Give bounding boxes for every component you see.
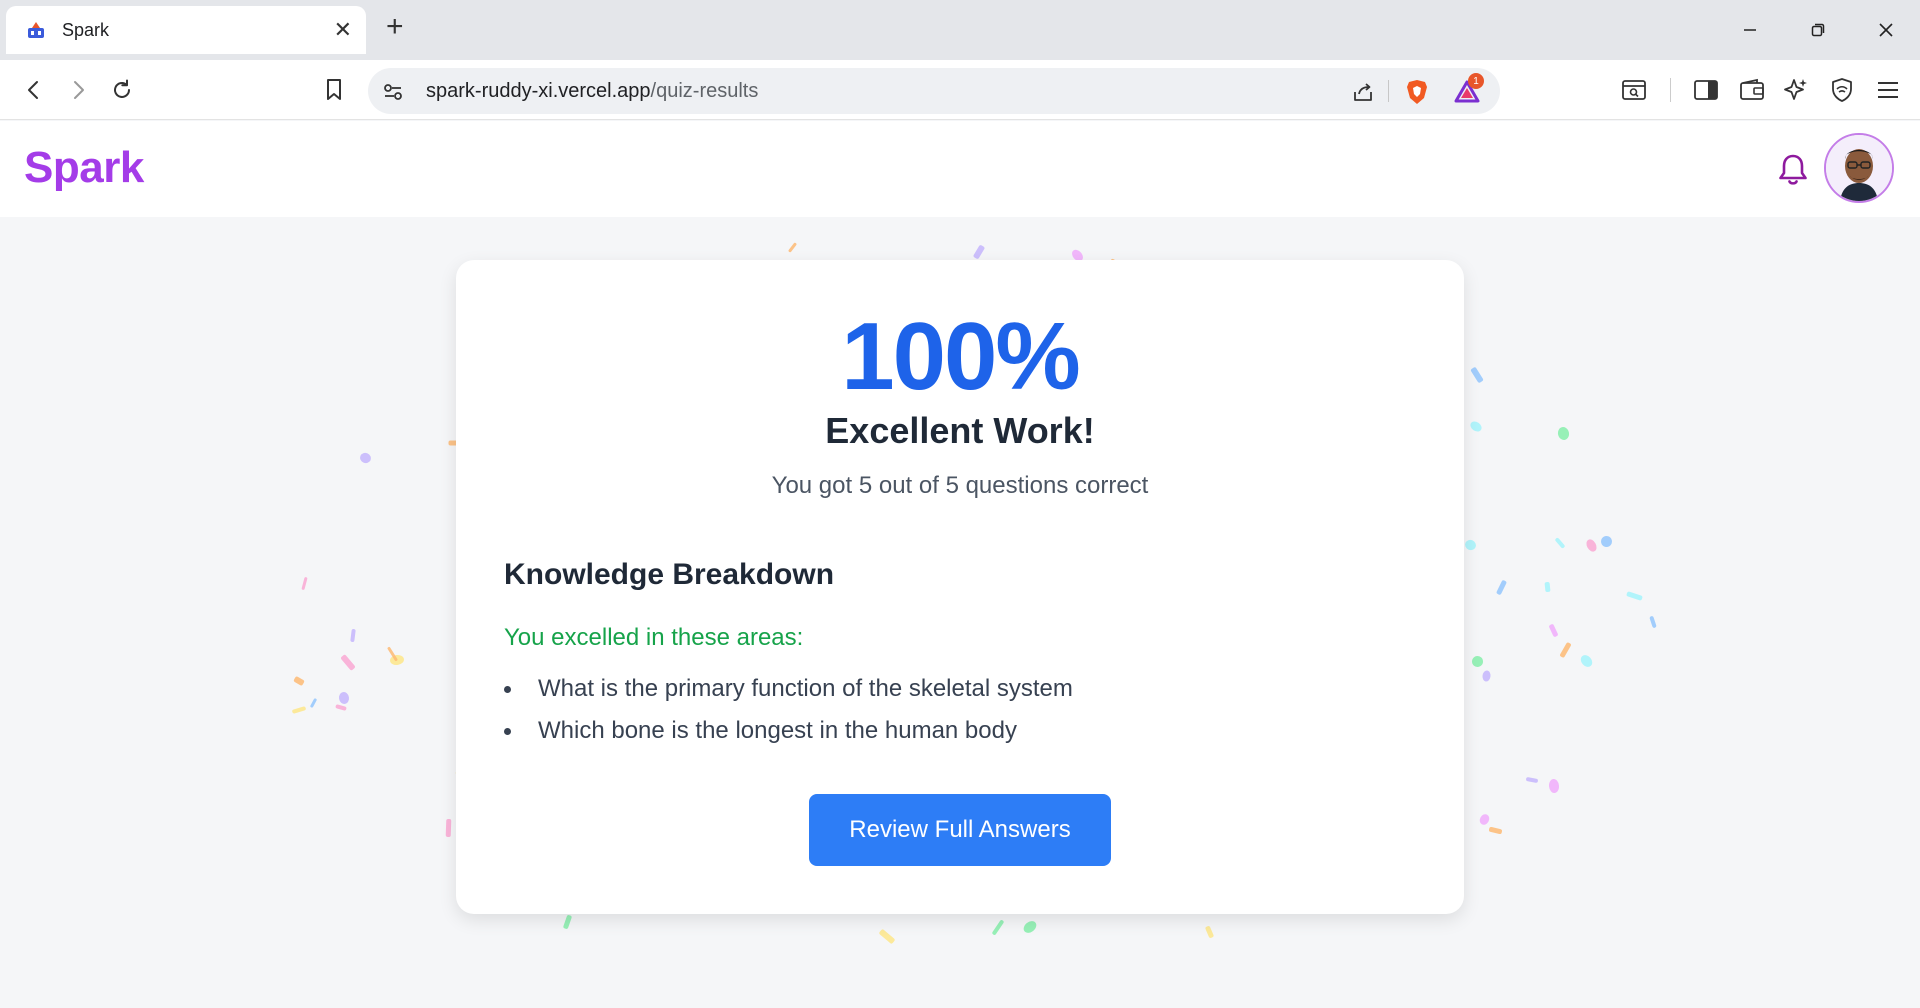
new-tab-icon[interactable]: + [386, 12, 404, 42]
omnibox-divider [1388, 80, 1389, 102]
leo-ai-icon[interactable] [1780, 74, 1812, 106]
confetti-piece [1548, 778, 1560, 794]
confetti-piece [1204, 925, 1215, 939]
toolbar-divider [1670, 78, 1671, 102]
confetti-piece [1481, 670, 1492, 682]
wallet-icon[interactable] [1736, 74, 1768, 106]
confetti-piece [1556, 425, 1571, 442]
confetti-piece [1470, 366, 1484, 384]
confetti-piece [1463, 538, 1478, 552]
confetti-piece [1578, 652, 1595, 670]
restore-icon[interactable] [1784, 0, 1852, 60]
result-summary: You got 5 out of 5 questions correct [771, 472, 1149, 499]
confetti-piece [1468, 419, 1484, 434]
address-bar[interactable]: spark-ruddy-xi.vercel.app/quiz-results 1 [368, 68, 1500, 114]
confetti-piece [1554, 537, 1566, 549]
confetti-piece [1584, 537, 1599, 554]
share-icon[interactable] [1350, 79, 1376, 105]
confetti-piece [878, 928, 896, 945]
list-item: Which bone is the longest in the human b… [504, 710, 1073, 752]
app-header: Spark [0, 121, 1920, 217]
confetti-piece [291, 706, 307, 714]
confetti-piece [350, 628, 356, 643]
confetti-piece [338, 691, 350, 705]
quiz-results-card: 100% Excellent Work! You got 5 out of 5 … [456, 260, 1464, 914]
score-percentage: 100% [841, 303, 1081, 410]
confetti-piece [991, 919, 1005, 936]
confetti-piece [1488, 826, 1503, 835]
confetti-piece [386, 646, 399, 662]
brave-rewards-icon[interactable]: 1 [1454, 73, 1484, 105]
rewards-badge: 1 [1468, 73, 1484, 89]
confetti-piece [1649, 615, 1657, 629]
confetti-piece [1626, 591, 1643, 601]
confetti-piece [1021, 918, 1039, 936]
confetti-piece [358, 451, 373, 465]
notification-bell-icon[interactable] [1774, 151, 1812, 189]
brave-shields-icon[interactable] [1404, 79, 1430, 105]
avatar-face-icon [1826, 135, 1892, 201]
confetti-piece [1559, 641, 1572, 659]
tab-title: Spark [62, 19, 110, 40]
url-host: spark-ruddy-xi.vercel.app [426, 80, 651, 102]
sidebar-icon[interactable] [1690, 74, 1722, 106]
user-avatar[interactable] [1824, 133, 1894, 203]
confetti-piece [1599, 534, 1614, 549]
spark-favicon-icon [28, 22, 44, 38]
browser-toolbar: spark-ruddy-xi.vercel.app/quiz-results 1 [0, 60, 1920, 120]
close-window-icon[interactable] [1852, 0, 1920, 60]
confetti-piece [562, 914, 573, 930]
reload-icon[interactable] [106, 74, 138, 106]
browser-tabstrip: Spark ✕ + [0, 0, 1920, 60]
site-settings-icon[interactable] [380, 79, 406, 105]
review-full-answers-button[interactable]: Review Full Answers [809, 794, 1111, 866]
minimize-icon[interactable] [1716, 0, 1784, 60]
confetti-piece [1548, 623, 1559, 638]
browser-tab[interactable]: Spark ✕ [6, 6, 366, 54]
confetti-piece [309, 697, 318, 709]
menu-icon[interactable] [1872, 74, 1904, 106]
confetti-piece [1544, 581, 1551, 593]
bookmark-icon[interactable] [318, 74, 350, 106]
confetti-piece [1525, 776, 1539, 784]
list-item: What is the primary function of the skel… [504, 668, 1073, 710]
window-controls [1716, 0, 1920, 60]
forward-icon[interactable] [62, 74, 94, 106]
confetti-piece [1495, 579, 1508, 596]
url-path: /quiz-results [650, 80, 759, 102]
vpn-shield-icon[interactable] [1826, 74, 1858, 106]
excelled-areas-list: What is the primary function of the skel… [504, 668, 1073, 752]
confetti-piece [1477, 812, 1492, 827]
confetti-piece [340, 654, 356, 671]
back-icon[interactable] [18, 74, 50, 106]
url-text: spark-ruddy-xi.vercel.app/quiz-results [426, 80, 758, 103]
confetti-piece [787, 242, 798, 253]
confetti-piece [301, 576, 308, 591]
confetti-piece [389, 654, 405, 666]
spark-logo[interactable]: Spark [24, 143, 144, 193]
result-headline: Excellent Work! [825, 410, 1095, 451]
tab-close-icon[interactable]: ✕ [334, 19, 352, 41]
leo-search-icon[interactable] [1618, 74, 1650, 106]
confetti-piece [1469, 653, 1486, 670]
excelled-label: You excelled in these areas: [504, 624, 804, 651]
confetti-piece [972, 244, 986, 260]
knowledge-breakdown-title: Knowledge Breakdown [504, 558, 835, 591]
confetti-piece [293, 675, 305, 687]
confetti-piece [335, 704, 347, 711]
confetti-piece [445, 818, 452, 838]
